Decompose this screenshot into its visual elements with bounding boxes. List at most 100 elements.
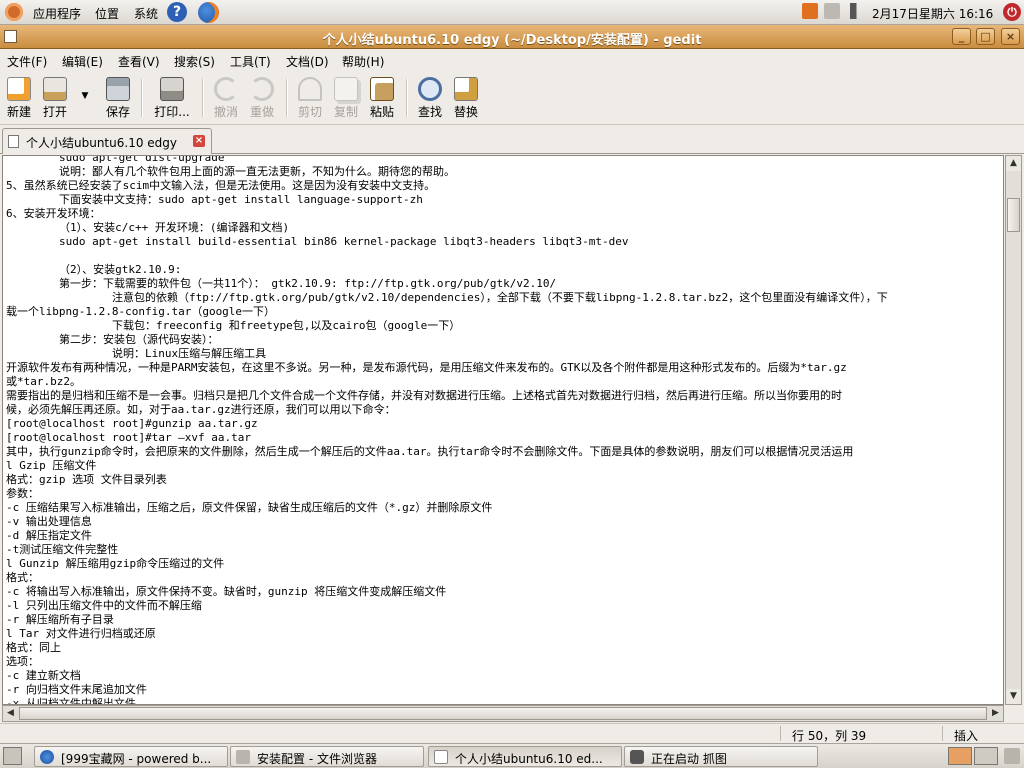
vertical-scroll-thumb[interactable] xyxy=(1007,198,1020,232)
volume-icon[interactable] xyxy=(850,3,866,19)
horizontal-scroll-thumb[interactable] xyxy=(19,707,987,720)
undo-icon xyxy=(214,77,238,101)
find-button[interactable]: 查找 xyxy=(416,73,444,121)
applications-menu[interactable]: 应用程序 xyxy=(33,5,81,22)
close-button[interactable]: × xyxy=(1001,28,1020,45)
camera-icon xyxy=(630,750,644,764)
new-button[interactable]: 新建 xyxy=(4,73,34,121)
top-panel: 应用程序 位置 系统 ? 2月17日星期六 16:16 ⏻ xyxy=(0,0,1024,25)
replace-button[interactable]: 替换 xyxy=(452,73,480,121)
floppy-icon xyxy=(106,77,130,101)
status-separator xyxy=(780,726,781,741)
toolbar-separator xyxy=(286,79,288,117)
vertical-scrollbar[interactable]: ▲ ▼ xyxy=(1005,155,1022,705)
clock[interactable]: 2月17日星期六 16:16 xyxy=(872,5,993,22)
workspace-1[interactable] xyxy=(948,747,972,765)
taskbar-item-browser[interactable]: [999宝藏网 - powered b... xyxy=(34,746,228,767)
document-icon xyxy=(8,135,19,148)
horizontal-scrollbar[interactable]: ◀ ▶ xyxy=(2,705,1004,722)
ubuntu-logo-icon[interactable] xyxy=(5,3,23,21)
menu-search[interactable]: 搜索(S) xyxy=(174,53,215,70)
minimize-button[interactable]: _ xyxy=(952,28,971,45)
find-label: 查找 xyxy=(417,105,442,119)
scroll-down-icon[interactable]: ▼ xyxy=(1006,689,1021,704)
document-tabbar: 个人小结ubuntu6.10 edgy × xyxy=(0,126,1024,154)
power-icon[interactable]: ⏻ xyxy=(1003,3,1021,21)
help-icon[interactable]: ? xyxy=(167,2,187,22)
menu-help[interactable]: 帮助(H) xyxy=(342,53,384,70)
notification-icon[interactable] xyxy=(802,3,818,19)
status-separator xyxy=(942,726,943,741)
print-button[interactable]: 打印... xyxy=(151,73,193,121)
window-title: 个人小结ubuntu6.10 edgy (~/Desktop/安装配置) - g… xyxy=(322,33,702,48)
insert-mode: 插入 xyxy=(954,729,979,743)
places-menu[interactable]: 位置 xyxy=(95,5,119,22)
editor-text[interactable]: sudo apt-get dist-upgrade 说明：鄙人有几个软件包用上面… xyxy=(6,156,1002,704)
tab-label: 个人小结ubuntu6.10 edgy xyxy=(26,136,177,150)
menu-view[interactable]: 查看(V) xyxy=(118,53,160,70)
bottom-panel: [999宝藏网 - powered b... 安装配置 - 文件浏览器 个人小结… xyxy=(0,743,1024,768)
system-menu[interactable]: 系统 xyxy=(134,5,158,22)
cursor-position: 行 50，列 39 xyxy=(792,729,867,743)
toolbar-separator xyxy=(141,79,143,117)
toolbar-separator xyxy=(202,79,204,117)
cut-label: 剪切 xyxy=(297,105,322,119)
menu-documents[interactable]: 文档(D) xyxy=(286,53,329,70)
new-document-icon xyxy=(7,77,31,101)
scroll-right-icon[interactable]: ▶ xyxy=(988,706,1003,721)
replace-icon xyxy=(454,77,478,101)
cut-button[interactable]: 剪切 xyxy=(296,73,324,121)
taskbar-item-screenshot[interactable]: 正在启动 抓图 xyxy=(624,746,818,767)
printer-icon xyxy=(160,77,184,101)
taskbar-label: 正在启动 抓图 xyxy=(651,752,727,766)
show-desktop-icon[interactable] xyxy=(3,747,22,765)
save-label: 保存 xyxy=(105,105,130,119)
toolbar-separator xyxy=(406,79,408,117)
workspace-2[interactable] xyxy=(974,747,998,765)
text-editor[interactable]: sudo apt-get dist-upgrade 说明：鄙人有几个软件包用上面… xyxy=(2,155,1004,705)
paste-button[interactable]: 粘贴 xyxy=(368,73,396,121)
print-label: 打印... xyxy=(154,105,190,119)
new-label: 新建 xyxy=(6,105,31,119)
trash-icon[interactable] xyxy=(1004,748,1020,764)
open-button[interactable]: 打开 xyxy=(40,73,70,121)
magnifier-icon xyxy=(418,77,442,101)
taskbar-item-gedit[interactable]: 个人小结ubuntu6.10 ed... xyxy=(428,746,622,767)
open-label: 打开 xyxy=(42,105,67,119)
paste-label: 粘贴 xyxy=(369,105,394,119)
statusbar: 行 50，列 39 插入 xyxy=(0,723,1024,743)
taskbar-label: 安装配置 - 文件浏览器 xyxy=(257,752,377,766)
firefox-icon[interactable] xyxy=(198,2,219,23)
replace-label: 替换 xyxy=(453,105,478,119)
open-folder-icon xyxy=(43,77,67,101)
copy-button[interactable]: 复制 xyxy=(332,73,360,121)
tab-close-icon[interactable]: × xyxy=(193,135,205,147)
document-icon xyxy=(434,750,448,764)
menu-file[interactable]: 文件(F) xyxy=(7,53,47,70)
toolbar: 新建 打开 ▼ 保存 打印... 撤消 重做 剪切 复制 粘贴 查找 替换 xyxy=(0,71,1024,125)
undo-label: 撤消 xyxy=(213,105,238,119)
chevron-down-icon: ▼ xyxy=(81,91,89,101)
undo-button[interactable]: 撤消 xyxy=(212,73,240,121)
folder-icon xyxy=(236,750,250,764)
taskbar-label: 个人小结ubuntu6.10 ed... xyxy=(455,752,603,766)
taskbar-item-file-browser[interactable]: 安装配置 - 文件浏览器 xyxy=(230,746,424,767)
document-tab[interactable]: 个人小结ubuntu6.10 edgy × xyxy=(2,128,212,154)
printer-tray-icon[interactable] xyxy=(824,3,840,19)
window-titlebar[interactable]: 个人小结ubuntu6.10 edgy (~/Desktop/安装配置) - g… xyxy=(0,25,1024,49)
save-button[interactable]: 保存 xyxy=(103,73,133,121)
menubar: 文件(F) 编辑(E) 查看(V) 搜索(S) 工具(T) 文档(D) 帮助(H… xyxy=(0,49,1024,71)
clipboard-icon xyxy=(370,77,394,101)
redo-icon xyxy=(250,77,274,101)
scroll-up-icon[interactable]: ▲ xyxy=(1006,156,1021,171)
redo-label: 重做 xyxy=(249,105,274,119)
taskbar-label: [999宝藏网 - powered b... xyxy=(61,752,212,766)
menu-edit[interactable]: 编辑(E) xyxy=(62,53,103,70)
copy-label: 复制 xyxy=(333,105,358,119)
redo-button[interactable]: 重做 xyxy=(248,73,276,121)
open-recent-dropdown[interactable]: ▼ xyxy=(78,73,92,121)
firefox-icon xyxy=(40,750,54,764)
menu-tools[interactable]: 工具(T) xyxy=(230,53,271,70)
scroll-left-icon[interactable]: ◀ xyxy=(3,706,18,721)
maximize-button[interactable]: □ xyxy=(976,28,995,45)
